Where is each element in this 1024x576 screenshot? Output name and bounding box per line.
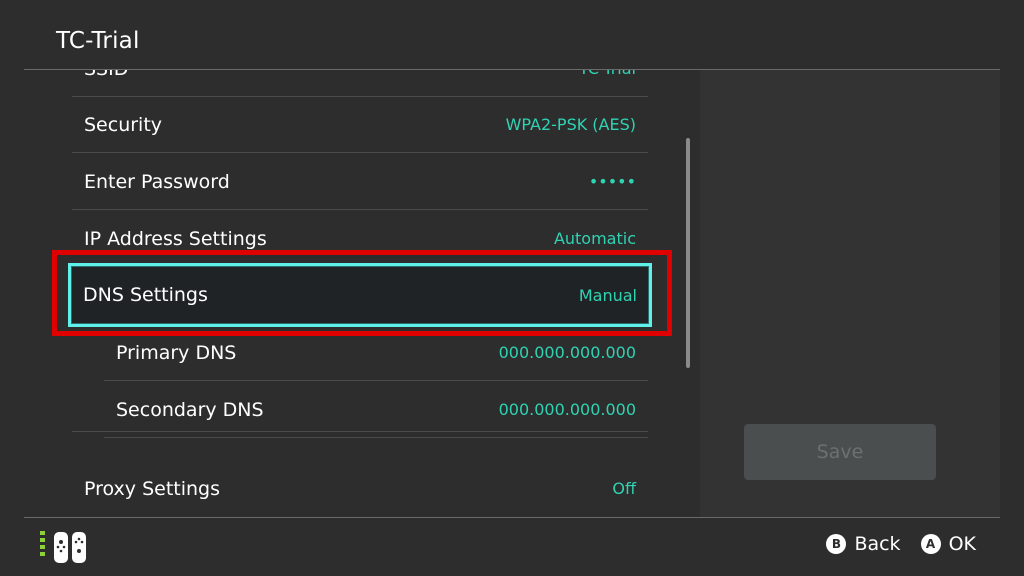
- list-item-ssid[interactable]: SSID TC-Trial: [72, 70, 648, 97]
- list-item-value: Automatic: [553, 229, 636, 248]
- list-item-dns-settings[interactable]: DNS Settings Manual: [68, 263, 652, 327]
- list-item-label: Enter Password: [84, 170, 230, 193]
- list-item-label: DNS Settings: [83, 284, 208, 306]
- list-item-value: 000.000.000.000: [498, 343, 636, 362]
- list-item-primary-dns[interactable]: Primary DNS 000.000.000.000: [104, 325, 648, 381]
- list-item-value: Off: [612, 479, 636, 498]
- settings-list[interactable]: SSID TC-Trial Security WPA2-PSK (AES) En…: [0, 70, 700, 517]
- list-item-label: Secondary DNS: [116, 398, 264, 421]
- list-item-proxy-settings[interactable]: Proxy Settings Off: [72, 431, 648, 500]
- page-title: TC-Trial: [56, 28, 140, 54]
- list-item-value: WPA2-PSK (AES): [505, 115, 636, 134]
- save-button[interactable]: Save: [744, 424, 936, 480]
- list-item-label: Security: [84, 113, 163, 136]
- list-item-ip-address-settings[interactable]: IP Address Settings Automatic: [72, 211, 648, 267]
- list-item-security[interactable]: Security WPA2-PSK (AES): [72, 97, 648, 153]
- ok-label: OK: [948, 533, 976, 555]
- network-settings-screen: TC-Trial SSID TC-Trial Security WPA2-PSK…: [0, 0, 1024, 576]
- list-scrollbar[interactable]: [686, 138, 690, 368]
- list-item-label: IP Address Settings: [84, 227, 267, 250]
- list-item-label: Proxy Settings: [84, 478, 221, 500]
- b-button-icon: B: [826, 534, 847, 554]
- list-item-value: •••••: [588, 172, 636, 191]
- list-item-value: Manual: [578, 285, 637, 305]
- ok-control[interactable]: A OK: [920, 533, 976, 555]
- list-item-value: 000.000.000.000: [498, 400, 636, 419]
- back-label: Back: [854, 533, 901, 555]
- list-item-secondary-dns[interactable]: Secondary DNS 000.000.000.000: [104, 382, 648, 438]
- footer-controls: B Back A OK: [826, 533, 976, 555]
- footer-divider: [24, 517, 1000, 518]
- a-button-icon: A: [920, 534, 941, 554]
- joycon-icon: [40, 531, 90, 565]
- list-item-label: Primary DNS: [116, 341, 237, 364]
- list-item-enter-password[interactable]: Enter Password •••••: [72, 154, 648, 210]
- back-control[interactable]: B Back: [826, 533, 901, 555]
- list-item-label: SSID: [84, 70, 128, 80]
- list-item-value: TC-Trial: [579, 70, 636, 78]
